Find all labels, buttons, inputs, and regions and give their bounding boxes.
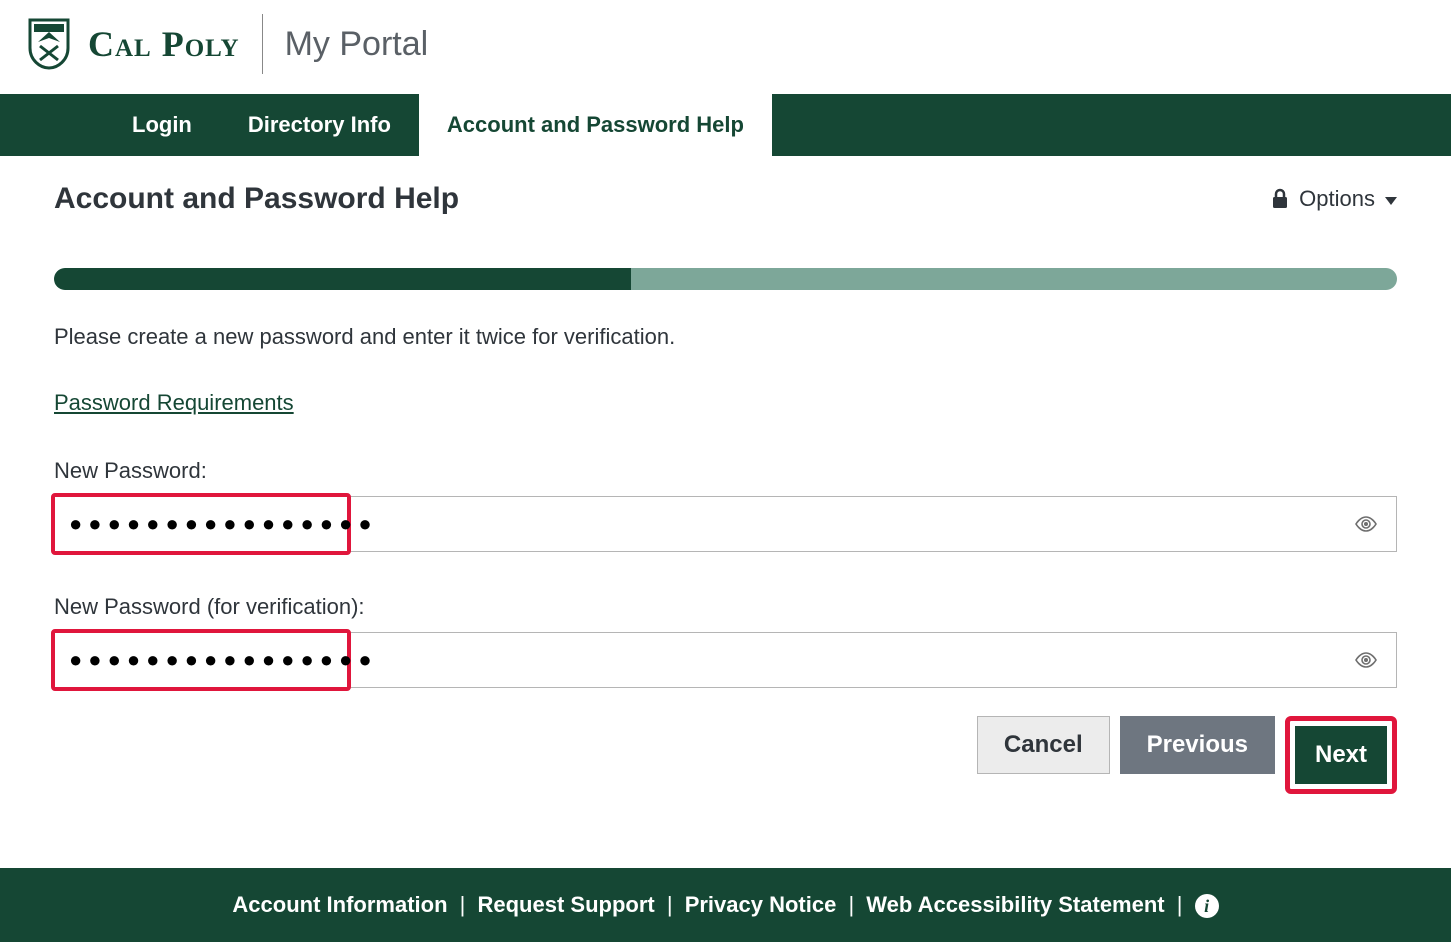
- divider-icon: [262, 14, 263, 74]
- page-title: Account and Password Help: [54, 182, 459, 216]
- page-content: Account and Password Help Options Please…: [0, 156, 1451, 834]
- field-new-password: New Password: ●●●●●●●●●●●●●●●●: [54, 458, 1397, 552]
- next-button[interactable]: Next: [1295, 726, 1387, 784]
- field-verify-password: New Password (for verification): ●●●●●●●…: [54, 594, 1397, 688]
- footer: Account Information | Request Support | …: [0, 868, 1451, 942]
- previous-button[interactable]: Previous: [1120, 716, 1275, 774]
- portal-name: My Portal: [285, 25, 429, 64]
- verify-password-input[interactable]: [55, 633, 1396, 687]
- verify-password-label: New Password (for verification):: [54, 594, 1397, 620]
- shield-logo-icon: [28, 18, 70, 70]
- nav-tabs: Login Directory Info Account and Passwor…: [0, 94, 1451, 156]
- eye-icon[interactable]: [1354, 512, 1378, 536]
- next-button-highlight: Next: [1285, 716, 1397, 794]
- tab-account-password-help[interactable]: Account and Password Help: [419, 94, 772, 156]
- brand-wordmark: Cal Poly: [88, 23, 240, 65]
- progress-bar: [54, 268, 1397, 290]
- eye-icon[interactable]: [1354, 648, 1378, 672]
- footer-link-accessibility[interactable]: Web Accessibility Statement: [866, 892, 1164, 917]
- caret-down-icon: [1385, 197, 1397, 205]
- footer-link-privacy-notice[interactable]: Privacy Notice: [685, 892, 837, 917]
- verify-password-input-wrap: ●●●●●●●●●●●●●●●●: [54, 632, 1397, 688]
- brand-bar: Cal Poly My Portal: [0, 0, 1451, 94]
- options-label: Options: [1299, 186, 1375, 212]
- new-password-input[interactable]: [55, 497, 1396, 551]
- new-password-input-wrap: ●●●●●●●●●●●●●●●●: [54, 496, 1397, 552]
- progress-fill: [54, 268, 631, 290]
- options-menu[interactable]: Options: [1271, 186, 1397, 212]
- footer-link-account-info[interactable]: Account Information: [232, 892, 447, 917]
- cancel-button[interactable]: Cancel: [977, 716, 1110, 774]
- instruction-text: Please create a new password and enter i…: [54, 324, 1397, 350]
- info-icon[interactable]: i: [1195, 894, 1219, 918]
- action-row: Cancel Previous Next: [54, 716, 1397, 794]
- lock-icon: [1271, 188, 1289, 210]
- password-requirements-link[interactable]: Password Requirements: [54, 390, 294, 416]
- footer-link-request-support[interactable]: Request Support: [477, 892, 654, 917]
- new-password-label: New Password:: [54, 458, 1397, 484]
- tab-login[interactable]: Login: [104, 94, 220, 156]
- tab-directory-info[interactable]: Directory Info: [220, 94, 419, 156]
